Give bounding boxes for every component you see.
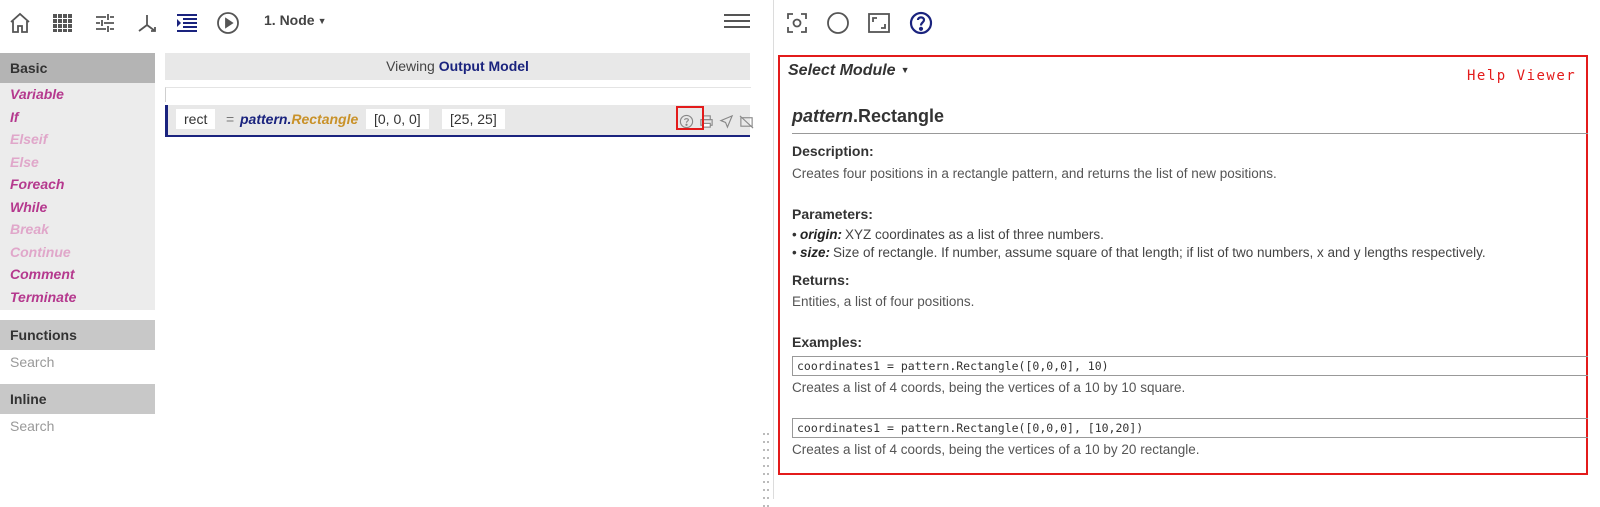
function-sidebar: Basic Variable If Elseif Else Foreach Wh… bbox=[0, 53, 155, 438]
resize-handle[interactable] bbox=[762, 430, 770, 507]
param-name: size: bbox=[800, 245, 831, 260]
select-module-label: Select Module bbox=[788, 62, 896, 79]
basic-list: Variable If Elseif Else Foreach While Br… bbox=[0, 83, 155, 310]
basic-item-else: Else bbox=[10, 153, 39, 170]
description-heading: Description: bbox=[792, 143, 874, 159]
help-icon[interactable] bbox=[907, 9, 935, 37]
example-code: coordinates1 = pattern.Rectangle([0,0,0]… bbox=[792, 418, 1588, 438]
help-title-rule bbox=[792, 133, 1588, 134]
function-call[interactable]: pattern.Rectangle bbox=[240, 111, 358, 127]
disable-icon[interactable] bbox=[736, 111, 756, 131]
help-icon-highlight bbox=[676, 106, 704, 130]
arg-size-field[interactable]: [25, 25] bbox=[442, 109, 505, 129]
send-icon[interactable] bbox=[716, 111, 736, 131]
home-icon[interactable] bbox=[6, 9, 34, 37]
chevron-down-icon: ▼ bbox=[900, 65, 910, 75]
equals-sign: = bbox=[226, 111, 235, 127]
param-name: origin: bbox=[800, 227, 842, 242]
basic-item-elseif: Elseif bbox=[10, 131, 48, 147]
param-item: origin:XYZ coordinates as a list of thre… bbox=[792, 227, 1104, 242]
viewing-prefix: Viewing bbox=[386, 58, 435, 74]
functions-section-title[interactable]: Functions bbox=[0, 320, 155, 350]
viewing-banner: Viewing Output Model bbox=[165, 53, 750, 80]
main-toolbar: 1. Node ▼ bbox=[0, 0, 760, 44]
basic-item-comment[interactable]: Comment bbox=[0, 263, 155, 286]
basic-item-variable[interactable]: Variable bbox=[0, 83, 155, 106]
example-text: Creates a list of 4 coords, being the ve… bbox=[792, 380, 1186, 395]
example-text: Creates a list of 4 coords, being the ve… bbox=[792, 442, 1200, 457]
module-name: pattern. bbox=[240, 111, 292, 127]
inline-section-title[interactable]: Inline bbox=[0, 384, 155, 414]
grid-icon[interactable] bbox=[49, 9, 77, 37]
description-text: Creates four positions in a rectangle pa… bbox=[792, 166, 1277, 181]
basic-item-break: Break bbox=[10, 221, 49, 237]
example-code: coordinates1 = pattern.Rectangle([0,0,0]… bbox=[792, 356, 1588, 376]
focus-screenshot-icon[interactable] bbox=[783, 9, 811, 37]
viewing-target[interactable]: Output Model bbox=[439, 58, 529, 74]
functions-search-input[interactable]: Search bbox=[0, 350, 155, 374]
code-separator bbox=[165, 87, 751, 102]
examples-heading: Examples: bbox=[792, 334, 863, 350]
basic-item-while[interactable]: While bbox=[0, 196, 155, 219]
settings-sliders-icon[interactable] bbox=[91, 9, 119, 37]
indent-list-icon[interactable] bbox=[173, 9, 201, 37]
help-title-module: pattern bbox=[792, 106, 854, 126]
basic-item-terminate[interactable]: Terminate bbox=[0, 286, 155, 309]
returns-text: Entities, a list of four positions. bbox=[792, 294, 975, 309]
returns-heading: Returns: bbox=[792, 272, 850, 288]
help-title: pattern.Rectangle bbox=[792, 106, 944, 127]
chevron-down-icon: ▼ bbox=[317, 16, 327, 26]
node-dropdown-label: 1. Node bbox=[264, 12, 315, 28]
play-icon[interactable] bbox=[214, 9, 242, 37]
code-line[interactable]: rect = pattern.Rectangle [0, 0, 0] [25, … bbox=[165, 105, 753, 137]
circle-icon[interactable] bbox=[824, 9, 852, 37]
basic-item-foreach[interactable]: Foreach bbox=[0, 173, 155, 196]
node-dropdown[interactable]: 1. Node ▼ bbox=[264, 12, 327, 28]
hamburger-icon[interactable] bbox=[724, 10, 750, 34]
help-viewer-label: Help Viewer bbox=[1467, 68, 1577, 84]
basic-item-if[interactable]: If bbox=[0, 106, 155, 129]
arg-origin-field[interactable]: [0, 0, 0] bbox=[366, 109, 429, 129]
merge-icon[interactable] bbox=[133, 9, 161, 37]
panel-divider bbox=[773, 0, 774, 499]
basic-item-continue: Continue bbox=[10, 243, 71, 260]
param-text: XYZ coordinates as a list of three numbe… bbox=[845, 227, 1104, 242]
inline-search-input[interactable]: Search bbox=[0, 414, 155, 438]
param-item: size:Size of rectangle. If number, assum… bbox=[792, 245, 1486, 260]
select-module-dropdown[interactable]: Select Module ▼ bbox=[788, 62, 910, 80]
fullscreen-icon[interactable] bbox=[865, 9, 893, 37]
param-text: Size of rectangle. If number, assume squ… bbox=[833, 245, 1486, 260]
variable-name-field[interactable]: rect bbox=[176, 109, 216, 129]
function-name: Rectangle bbox=[291, 111, 359, 127]
basic-section-title: Basic bbox=[0, 53, 155, 83]
help-title-function: .Rectangle bbox=[853, 106, 945, 126]
parameters-heading: Parameters: bbox=[792, 206, 873, 222]
